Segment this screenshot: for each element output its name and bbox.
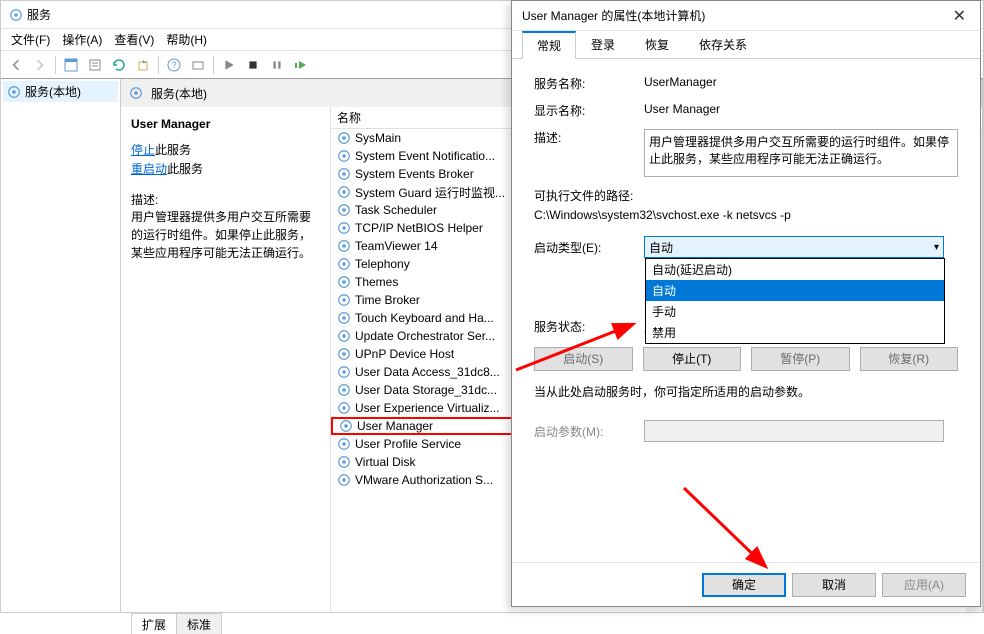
gear-icon bbox=[7, 85, 21, 99]
pause-icon[interactable] bbox=[266, 54, 288, 76]
back-button[interactable] bbox=[5, 54, 27, 76]
start-icon[interactable] bbox=[218, 54, 240, 76]
start-button[interactable]: 启动(S) bbox=[534, 347, 633, 371]
label-description: 描述: bbox=[534, 129, 644, 177]
menu-view[interactable]: 查看(V) bbox=[108, 29, 160, 50]
service-name: User Profile Service bbox=[355, 437, 461, 451]
service-name: Task Scheduler bbox=[355, 203, 437, 217]
forward-button[interactable] bbox=[29, 54, 51, 76]
service-name: System Event Notificatio... bbox=[355, 149, 495, 163]
label-startup-type: 启动类型(E): bbox=[534, 239, 644, 256]
menu-help[interactable]: 帮助(H) bbox=[160, 29, 213, 50]
stop-icon[interactable] bbox=[242, 54, 264, 76]
tab-logon[interactable]: 登录 bbox=[576, 31, 630, 58]
gear-icon bbox=[9, 8, 23, 22]
window-title: 服务 bbox=[27, 6, 51, 23]
service-name: TCP/IP NetBIOS Helper bbox=[355, 221, 483, 235]
value-exe-path: C:\Windows\system32\svchost.exe -k netsv… bbox=[534, 208, 958, 222]
service-name: User Data Access_31dc8... bbox=[355, 365, 500, 379]
show-hide-icon[interactable] bbox=[187, 54, 209, 76]
properties-dialog: User Manager 的属性(本地计算机) ✕ 常规 登录 恢复 依存关系 … bbox=[511, 0, 981, 607]
stop-link[interactable]: 停止 bbox=[131, 143, 155, 157]
refresh-icon[interactable] bbox=[108, 54, 130, 76]
service-name: UPnP Device Host bbox=[355, 347, 454, 361]
service-name: Update Orchestrator Ser... bbox=[355, 329, 495, 343]
detail-panel: User Manager 停止此服务 重启动此服务 描述: 用户管理器提供多用户… bbox=[121, 107, 331, 612]
value-service-name: UserManager bbox=[644, 75, 958, 92]
service-name: User Data Storage_31dc... bbox=[355, 383, 497, 397]
restart-suffix: 此服务 bbox=[167, 162, 203, 176]
start-params-input bbox=[644, 420, 944, 442]
restart-icon[interactable] bbox=[290, 54, 312, 76]
apply-button[interactable]: 应用(A) bbox=[882, 573, 966, 597]
dialog-title: User Manager 的属性(本地计算机) bbox=[522, 7, 705, 24]
startup-option[interactable]: 手动 bbox=[646, 301, 944, 322]
service-name: Themes bbox=[355, 275, 398, 289]
startup-hint: 当从此处启动服务时，你可指定所适用的启动参数。 bbox=[534, 383, 958, 400]
tab-general[interactable]: 常规 bbox=[522, 31, 576, 59]
tree-node-services-local[interactable]: 服务(本地) bbox=[3, 81, 118, 102]
export-icon[interactable] bbox=[132, 54, 154, 76]
label-service-name: 服务名称: bbox=[534, 75, 644, 92]
label-service-status: 服务状态: bbox=[534, 318, 644, 335]
startup-option[interactable]: 禁用 bbox=[646, 322, 944, 343]
tab-recovery[interactable]: 恢复 bbox=[630, 31, 684, 58]
dialog-titlebar: User Manager 的属性(本地计算机) ✕ bbox=[512, 1, 980, 31]
service-name: TeamViewer 14 bbox=[355, 239, 438, 253]
label-display-name: 显示名称: bbox=[534, 102, 644, 119]
detail-title: User Manager bbox=[131, 117, 320, 131]
startup-type-combo[interactable]: 自动 ▾ 自动(延迟启动)自动手动禁用 bbox=[644, 236, 944, 258]
service-name: System Events Broker bbox=[355, 167, 474, 181]
menu-action[interactable]: 操作(A) bbox=[56, 29, 108, 50]
startup-option[interactable]: 自动 bbox=[646, 280, 944, 301]
cancel-button[interactable]: 取消 bbox=[792, 573, 876, 597]
service-name: Virtual Disk bbox=[355, 455, 415, 469]
service-name: VMware Authorization S... bbox=[355, 473, 493, 487]
service-name: System Guard 运行时监视... bbox=[355, 184, 505, 201]
center-header-text: 服务(本地) bbox=[151, 85, 207, 102]
ok-button[interactable]: 确定 bbox=[702, 573, 786, 597]
properties-icon[interactable] bbox=[84, 54, 106, 76]
label-exe-path: 可执行文件的路径: bbox=[534, 187, 958, 204]
stop-suffix: 此服务 bbox=[155, 143, 191, 157]
gear-icon bbox=[129, 86, 143, 100]
bottom-tabs: 扩展 标准 bbox=[1, 612, 983, 634]
service-name: User Experience Virtualiz... bbox=[355, 401, 500, 415]
service-name: Telephony bbox=[355, 257, 410, 271]
close-icon[interactable]: ✕ bbox=[949, 6, 970, 26]
stop-button[interactable]: 停止(T) bbox=[643, 347, 742, 371]
tree-pane: 服务(本地) bbox=[1, 79, 121, 612]
value-display-name: User Manager bbox=[644, 102, 958, 119]
tree-node-label: 服务(本地) bbox=[25, 83, 81, 100]
service-name: Time Broker bbox=[355, 293, 420, 307]
tab-standard[interactable]: 标准 bbox=[176, 613, 222, 634]
startup-option[interactable]: 自动(延迟启动) bbox=[646, 259, 944, 280]
dialog-tabs: 常规 登录 恢复 依存关系 bbox=[512, 31, 980, 59]
service-name: User Manager bbox=[357, 419, 433, 433]
desc-text: 用户管理器提供多用户交互所需要的运行时组件。如果停止此服务，某些应用程序可能无法… bbox=[131, 208, 320, 262]
startup-selected: 自动 bbox=[649, 239, 673, 256]
label-start-params: 启动参数(M): bbox=[534, 423, 644, 440]
help-icon[interactable]: ? bbox=[163, 54, 185, 76]
description-box[interactable]: 用户管理器提供多用户交互所需要的运行时组件。如果停止此服务，某些应用程序可能无法… bbox=[644, 129, 958, 177]
service-name: SysMain bbox=[355, 131, 401, 145]
menu-file[interactable]: 文件(F) bbox=[5, 29, 56, 50]
resume-button[interactable]: 恢复(R) bbox=[860, 347, 959, 371]
dialog-footer: 确定 取消 应用(A) bbox=[512, 562, 980, 606]
service-name: Touch Keyboard and Ha... bbox=[355, 311, 494, 325]
chevron-down-icon: ▾ bbox=[934, 242, 939, 253]
pause-button[interactable]: 暂停(P) bbox=[751, 347, 850, 371]
desc-label: 描述: bbox=[131, 191, 320, 208]
tab-dependencies[interactable]: 依存关系 bbox=[684, 31, 762, 58]
details-view-icon[interactable] bbox=[60, 54, 82, 76]
tab-extended[interactable]: 扩展 bbox=[131, 613, 177, 634]
svg-text:?: ? bbox=[171, 60, 176, 70]
restart-link[interactable]: 重启动 bbox=[131, 162, 167, 176]
dialog-body: 服务名称: UserManager 显示名称: User Manager 描述:… bbox=[512, 59, 980, 562]
startup-dropdown[interactable]: 自动(延迟启动)自动手动禁用 bbox=[645, 258, 945, 344]
